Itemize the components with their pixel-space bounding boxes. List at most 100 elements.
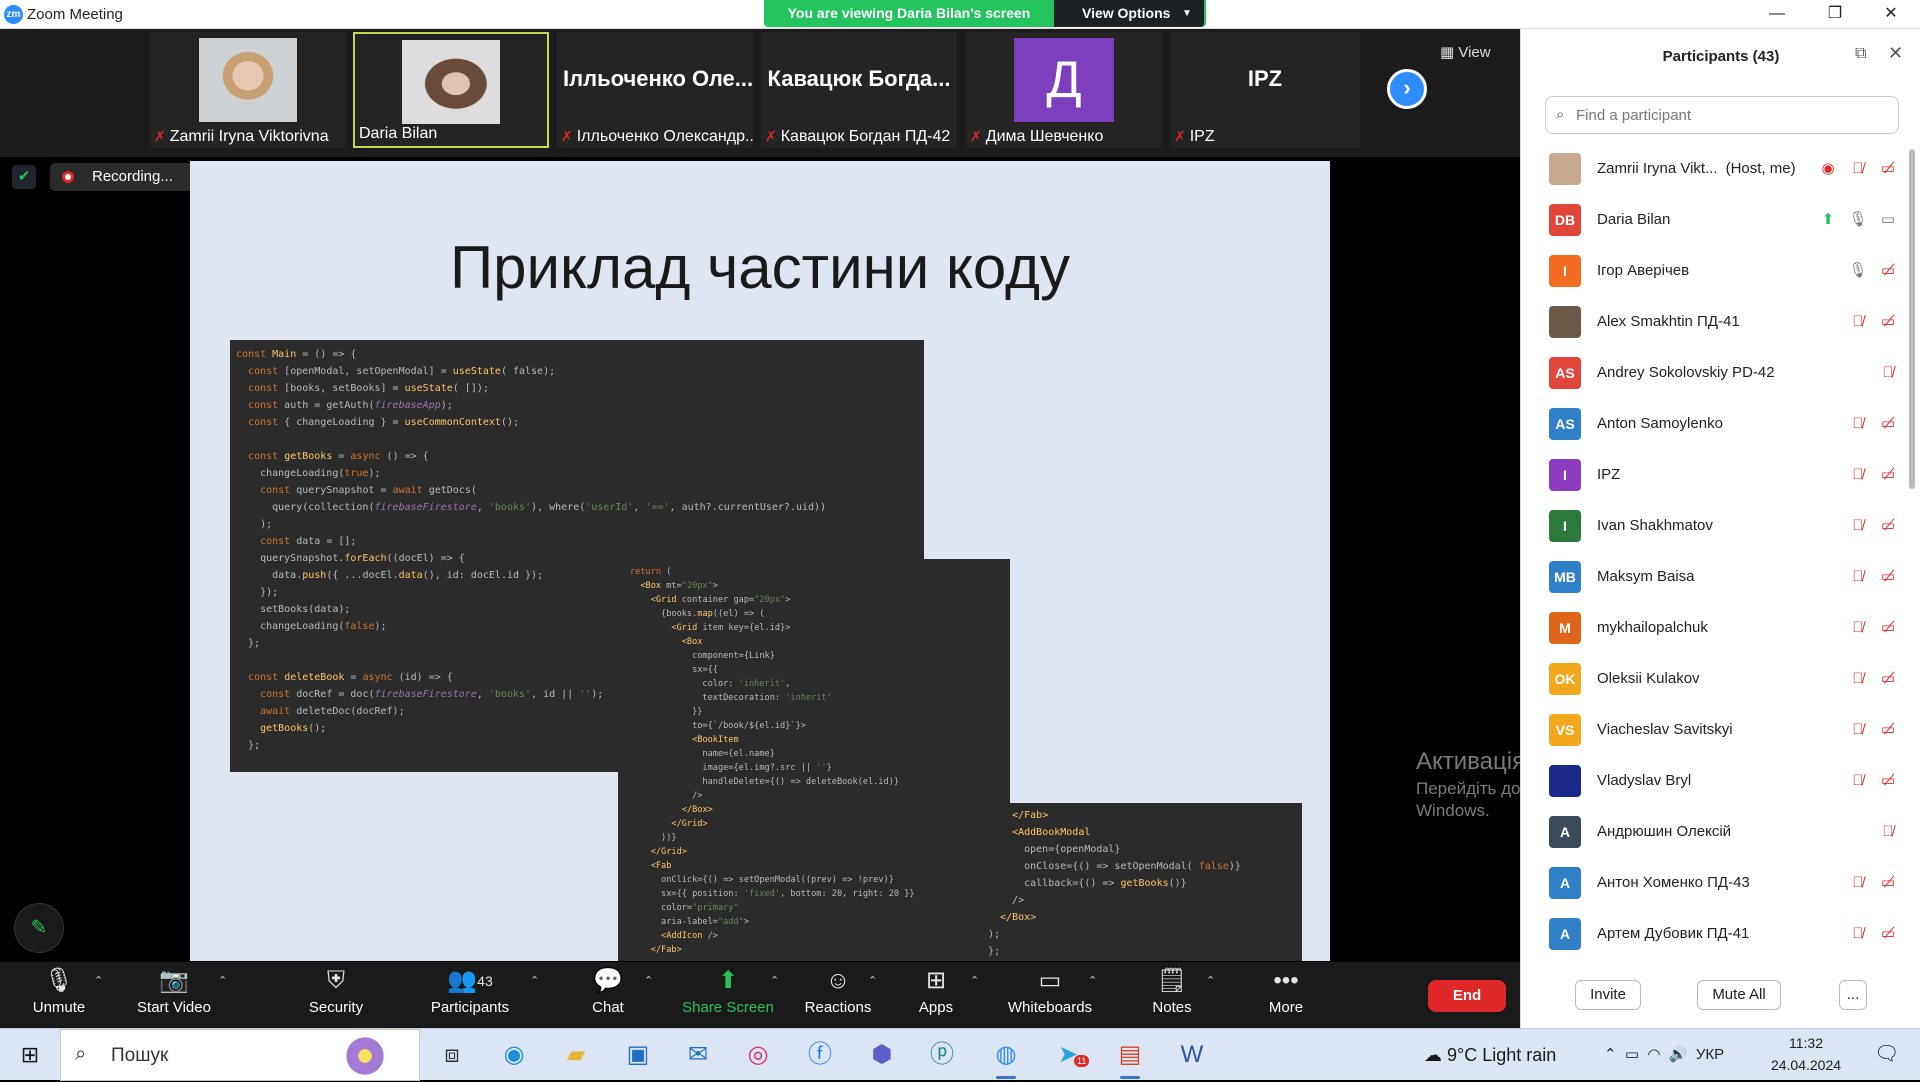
security-button[interactable]: ⛨ Security xyxy=(296,962,376,1028)
participant-name: Andrey Sokolovskiy PD-42 xyxy=(1597,347,1775,398)
participant-name: Alex Smakhtin ПД-41 xyxy=(1597,296,1740,347)
tile-big-name: Кавацюк Богда... xyxy=(767,66,951,91)
shield-check-icon[interactable]: ✔ xyxy=(12,165,36,189)
participant-row[interactable]: AS Andrey Sokolovskiy PD-42 🎙̸ xyxy=(1521,347,1903,398)
clock-time[interactable]: 11:32 xyxy=(1766,1035,1846,1051)
chat-button[interactable]: 💬 Chat ⌃ xyxy=(572,962,653,1028)
participant-row[interactable]: А Артем Дубовик ПД-41 🎙̸ ▭̸ xyxy=(1521,908,1903,959)
apps-button[interactable]: ⊞ Apps ⌃ xyxy=(906,962,979,1028)
word-icon[interactable]: W xyxy=(1166,1029,1218,1081)
participant-row[interactable]: Alex Smakhtin ПД-41 🎙̸ ▭̸ xyxy=(1521,296,1903,347)
mic-icon: 🎙 xyxy=(1848,211,1868,228)
mute-all-button[interactable]: Mute All xyxy=(1697,980,1781,1010)
view-layout-button[interactable]: ▦ View xyxy=(1440,43,1491,61)
participant-name-text: Zamrii Iryna Vikt... xyxy=(1597,160,1718,177)
unmute-button[interactable]: 🎙 Unmute ⌃ xyxy=(14,962,104,1028)
teams-icon[interactable]: ⬢ xyxy=(856,1029,908,1081)
video-tile[interactable]: Д ✗ Дима Шевченко xyxy=(966,32,1162,148)
participants-button[interactable]: 👥43 Participants ⌃ xyxy=(420,962,539,1028)
chevron-up-icon[interactable]: ⌃ xyxy=(218,974,227,987)
telegram-icon[interactable]: ➤ 11 xyxy=(1042,1029,1094,1081)
minimize-button[interactable]: — xyxy=(1748,0,1806,28)
system-tray[interactable]: ⌃ ▭ ◠ 🔊 УКР xyxy=(1604,1029,1724,1081)
more-options-button[interactable]: ... xyxy=(1839,980,1867,1010)
chevron-up-icon[interactable]: ⌃ xyxy=(644,974,653,987)
facebook-icon[interactable]: ⓕ xyxy=(794,1029,846,1081)
clock-date[interactable]: 24.04.2024 xyxy=(1766,1057,1846,1073)
zoom-taskbar-icon[interactable]: ◍ xyxy=(980,1029,1032,1081)
annotate-pen-button[interactable]: ✎ xyxy=(14,903,64,953)
instagram-icon[interactable]: ◎ xyxy=(732,1029,784,1081)
edge-icon[interactable]: ◉ xyxy=(488,1029,540,1081)
shield-icon: ⛨ xyxy=(327,967,345,994)
view-options-button[interactable]: View Options ▼ xyxy=(1054,0,1204,27)
participant-search[interactable]: ⌕ xyxy=(1545,96,1899,134)
next-page-button[interactable]: › xyxy=(1387,69,1427,109)
notes-button[interactable]: 🗒 Notes ⌃ xyxy=(1140,962,1215,1028)
whiteboards-button[interactable]: ▭ Whiteboards ⌃ xyxy=(1002,962,1098,1028)
chevron-up-icon[interactable]: ⌃ xyxy=(970,974,979,987)
participant-row[interactable]: А Андрюшин Олексій 🎙̸ xyxy=(1521,806,1903,857)
video-tile[interactable]: Кавацюк Богда... ✗ Кавацюк Богдан ПД-42 xyxy=(761,32,957,148)
chevron-up-icon[interactable]: ⌃ xyxy=(1088,974,1097,987)
powerpoint-icon[interactable]: ▤ xyxy=(1104,1029,1156,1081)
participant-row[interactable]: OK Oleksii Kulakov 🎙̸ ▭̸ xyxy=(1521,653,1903,704)
participant-avatar: DB xyxy=(1549,204,1581,236)
participant-row[interactable]: VS Viacheslav Savitskyi 🎙̸ ▭̸ xyxy=(1521,704,1903,755)
participant-avatar: А xyxy=(1549,918,1581,950)
video-tile[interactable]: ✗ Zamrii Iryna Viktorivna xyxy=(150,32,346,148)
end-meeting-button[interactable]: End xyxy=(1428,980,1506,1012)
windows-start-button[interactable]: ⊞ xyxy=(0,1029,60,1081)
windows-activation-hint: Windows. xyxy=(1416,801,1490,820)
mic-muted-icon: ✗ xyxy=(765,128,777,144)
participant-row[interactable]: І Ігор Аверічев 🎙 ▭̸ xyxy=(1521,245,1903,296)
tile-name: Ілльоченко Олександр... xyxy=(576,128,753,145)
video-tile-active-speaker[interactable]: Daria Bilan xyxy=(353,32,549,148)
participant-name-text: Андрюшин Олексій xyxy=(1597,823,1732,840)
participant-row[interactable]: I IPZ 🎙̸ ▭̸ xyxy=(1521,449,1903,500)
participant-search-input[interactable] xyxy=(1576,103,1886,127)
tile-name: Кавацюк Богдан ПД-42 xyxy=(780,128,951,145)
pearson-icon[interactable]: ⓟ xyxy=(916,1029,968,1081)
start-video-button[interactable]: 📷 Start Video ⌃ xyxy=(124,962,227,1028)
invite-button[interactable]: Invite xyxy=(1575,980,1641,1010)
close-button[interactable]: ✕ xyxy=(1862,0,1920,28)
notification-icon[interactable]: 🗨 xyxy=(1874,1041,1899,1066)
participant-row[interactable]: Mmykhailopalchuk 🎙̸ ▭̸ xyxy=(1521,602,1903,653)
participant-row[interactable]: Zamrii Iryna Vikt... (Host, me) ◉ 🎙̸ ▭̸ xyxy=(1521,143,1903,194)
popout-icon[interactable]: ⧉ xyxy=(1855,45,1866,63)
taskbar-search[interactable]: ⌕ Пошук xyxy=(60,1029,420,1081)
scrollbar[interactable] xyxy=(1909,149,1915,489)
participant-row[interactable]: DB Daria Bilan ⬆ 🎙 ▭ xyxy=(1521,194,1903,245)
reactions-button[interactable]: ☺ Reactions ⌃ xyxy=(800,962,878,1028)
store-icon[interactable]: ▣ xyxy=(612,1029,664,1081)
chevron-up-icon[interactable]: ⌃ xyxy=(530,974,539,987)
participant-name-text: Антон Хоменко ПД-43 xyxy=(1597,874,1750,891)
chevron-up-icon[interactable]: ⌃ xyxy=(1206,974,1215,987)
chevron-up-icon[interactable]: ⌃ xyxy=(868,974,877,987)
share-screen-button[interactable]: ⬆ Share Screen ⌃ xyxy=(678,962,779,1028)
participant-row[interactable]: AS Anton Samoylenko 🎙̸ ▭̸ xyxy=(1521,398,1903,449)
close-icon[interactable]: ✕ xyxy=(1888,43,1903,64)
video-tile[interactable]: Ілльоченко Оле... ✗ Ілльоченко Олександр.… xyxy=(557,32,753,148)
participant-name: Maksym Baisa xyxy=(1597,551,1695,602)
video-tile[interactable]: IPZ ✗ IPZ xyxy=(1170,32,1360,148)
participant-row[interactable]: MB Maksym Baisa 🎙̸ ▭̸ xyxy=(1521,551,1903,602)
weather-text: 9°C Light rain xyxy=(1447,1045,1557,1065)
participant-row[interactable]: I Ivan Shakhmatov 🎙̸ ▭̸ xyxy=(1521,500,1903,551)
mail-icon[interactable]: ✉ xyxy=(672,1029,724,1081)
chevron-up-icon[interactable]: ⌃ xyxy=(770,974,779,987)
participant-status-icons: 🎙̸ ▭̸ xyxy=(1843,500,1903,551)
participants-label: Participants xyxy=(430,999,510,1016)
task-view-icon[interactable]: ⧈ xyxy=(426,1029,478,1081)
chevron-up-icon[interactable]: ⌃ xyxy=(94,974,103,987)
file-explorer-icon[interactable]: ▰ xyxy=(550,1029,602,1081)
view-label: View xyxy=(1458,44,1491,61)
participant-avatar: VS xyxy=(1549,714,1581,746)
participant-row[interactable]: Vladyslav Bryl 🎙̸ ▭̸ xyxy=(1521,755,1903,806)
weather-widget[interactable]: ☁ 9°C Light rain xyxy=(1424,1029,1556,1081)
participant-name: IPZ xyxy=(1597,449,1620,500)
more-button[interactable]: ••• More xyxy=(1254,962,1318,1028)
restore-button[interactable]: ❐ xyxy=(1806,0,1864,28)
participant-row[interactable]: А Антон Хоменко ПД-43 🎙̸ ▭̸ xyxy=(1521,857,1903,908)
